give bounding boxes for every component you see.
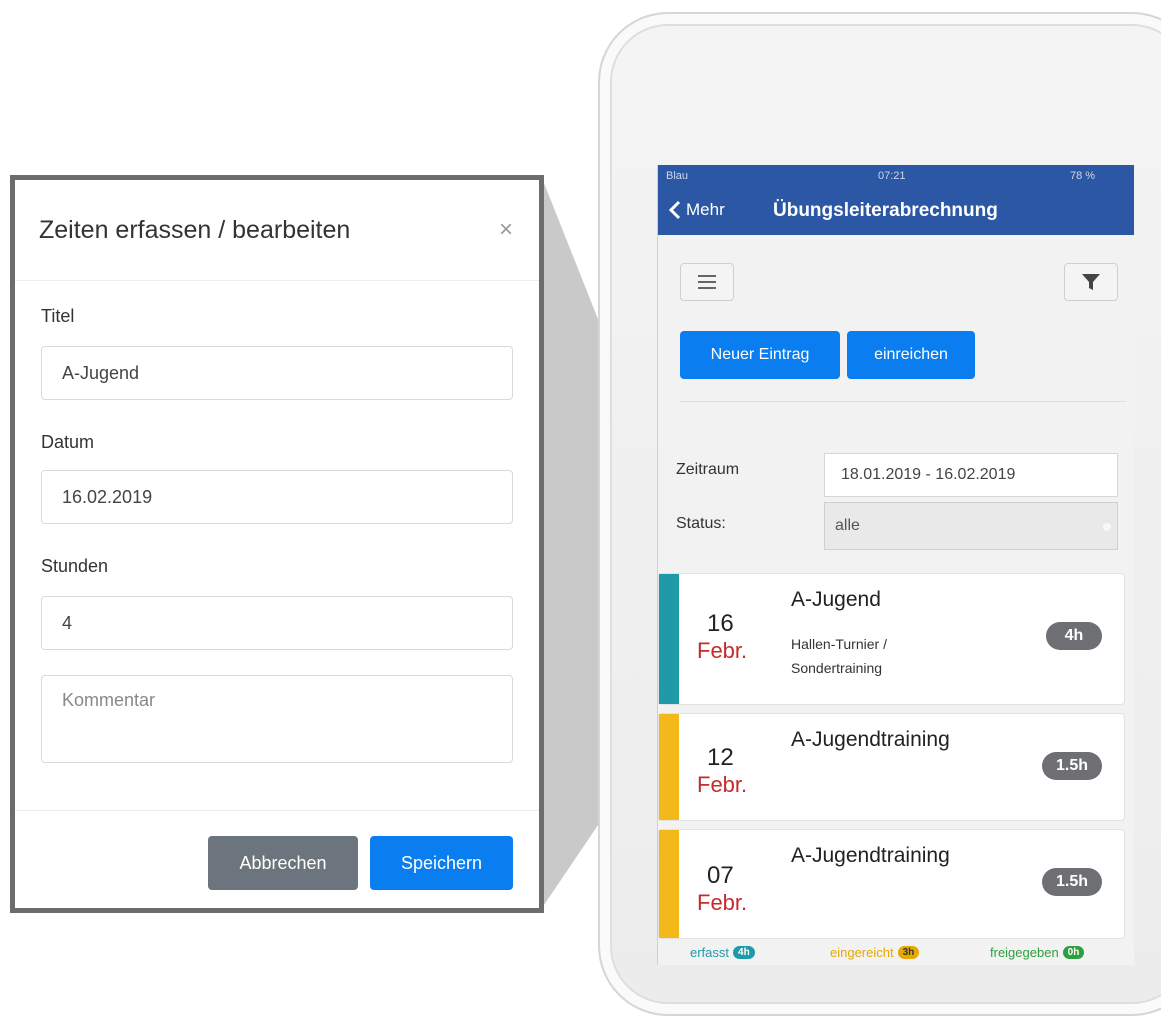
entry-status-bar bbox=[659, 830, 679, 938]
filter-icon bbox=[1082, 274, 1100, 290]
entry-status-bar bbox=[659, 574, 679, 704]
entry-hours-badge: 1.5h bbox=[1042, 868, 1102, 896]
entry-month: Febr. bbox=[697, 772, 748, 797]
battery-label: 78 % bbox=[1070, 170, 1096, 182]
entry-title: A-Jugendtraining bbox=[791, 728, 950, 751]
status-bar: Blau 07:21 78 % bbox=[658, 165, 1134, 187]
entry-description: Hallen-Turnier / Sondertraining bbox=[791, 636, 887, 676]
entry-day: 16 bbox=[707, 610, 734, 637]
entry-month: Febr. bbox=[697, 638, 748, 663]
carrier-label: Blau bbox=[666, 170, 689, 182]
hours-input[interactable] bbox=[41, 596, 513, 650]
entry-title: A-Jugendtraining bbox=[791, 844, 950, 867]
title-label: Titel bbox=[41, 306, 75, 326]
entry-title: A-Jugend bbox=[791, 588, 881, 611]
entry-hours-badge: 1.5h bbox=[1042, 752, 1102, 780]
period-label: Zeitraum bbox=[676, 461, 740, 478]
submit-button[interactable]: einreichen bbox=[847, 331, 975, 379]
title-input[interactable] bbox=[41, 346, 513, 400]
divider bbox=[680, 401, 1126, 402]
period-range-input[interactable]: 18.01.2019 - 16.02.2019 bbox=[824, 453, 1118, 497]
edit-time-modal: Zeiten erfassen / bearbeiten × Titel Dat… bbox=[10, 175, 544, 913]
modal-header: Zeiten erfassen / bearbeiten × bbox=[15, 180, 539, 281]
filter-button[interactable] bbox=[1064, 263, 1118, 301]
nav-bar: Mehr Übungsleiterabrechnung bbox=[658, 187, 1134, 235]
clock-label: 07:21 bbox=[878, 170, 906, 182]
entry-day: 07 bbox=[707, 862, 734, 889]
comment-field[interactable] bbox=[41, 675, 513, 763]
close-icon[interactable]: × bbox=[499, 216, 513, 244]
legend-count: 0h bbox=[1062, 946, 1085, 959]
legend-count: 3h bbox=[897, 946, 920, 959]
entry-card[interactable]: 12 Febr. A-Jugendtraining 1.5h bbox=[658, 713, 1125, 821]
new-entry-button[interactable]: Neuer Eintrag bbox=[680, 331, 840, 379]
legend-item: erfasst 4h bbox=[690, 945, 755, 960]
nav-title: Übungsleiterabrechnung bbox=[773, 200, 998, 221]
select-caret-icon bbox=[1103, 523, 1111, 531]
date-label: Datum bbox=[41, 432, 95, 452]
legend-label: erfasst bbox=[690, 945, 730, 960]
entry-card[interactable]: 07 Febr. A-Jugendtraining 1.5h bbox=[658, 829, 1125, 939]
hours-label: Stunden bbox=[41, 556, 109, 576]
entry-card[interactable]: 16 Febr. A-Jugend Hallen-Turnier / Sonde… bbox=[658, 573, 1125, 705]
entry-month: Febr. bbox=[697, 890, 748, 915]
date-input[interactable] bbox=[41, 470, 513, 524]
save-button[interactable]: Speichern bbox=[370, 836, 513, 890]
hamburger-icon bbox=[698, 275, 716, 289]
entry-day: 12 bbox=[707, 744, 734, 771]
back-button[interactable]: Mehr bbox=[668, 200, 725, 220]
chevron-left-icon bbox=[668, 200, 681, 220]
cancel-button[interactable]: Abbrechen bbox=[208, 836, 358, 890]
entry-status-bar bbox=[659, 714, 679, 820]
phone-screen: Blau 07:21 78 % Mehr Übungsleiterabrechn… bbox=[657, 165, 1134, 965]
legend-label: eingereicht bbox=[830, 945, 894, 960]
status-select[interactable]: alle bbox=[824, 502, 1118, 550]
status-label: Status: bbox=[676, 515, 726, 532]
modal-title: Zeiten erfassen / bearbeiten bbox=[39, 216, 351, 244]
back-label: Mehr bbox=[686, 200, 725, 219]
entry-hours-badge: 4h bbox=[1046, 622, 1102, 650]
legend-item: eingereicht 3h bbox=[830, 945, 920, 960]
status-select-value: alle bbox=[835, 517, 860, 534]
legend-label: freigegeben bbox=[990, 945, 1059, 960]
modal-footer-divider bbox=[15, 810, 539, 811]
legend-item: freigegeben 0h bbox=[990, 945, 1085, 960]
menu-button[interactable] bbox=[680, 263, 734, 301]
legend-count: 4h bbox=[733, 946, 755, 959]
